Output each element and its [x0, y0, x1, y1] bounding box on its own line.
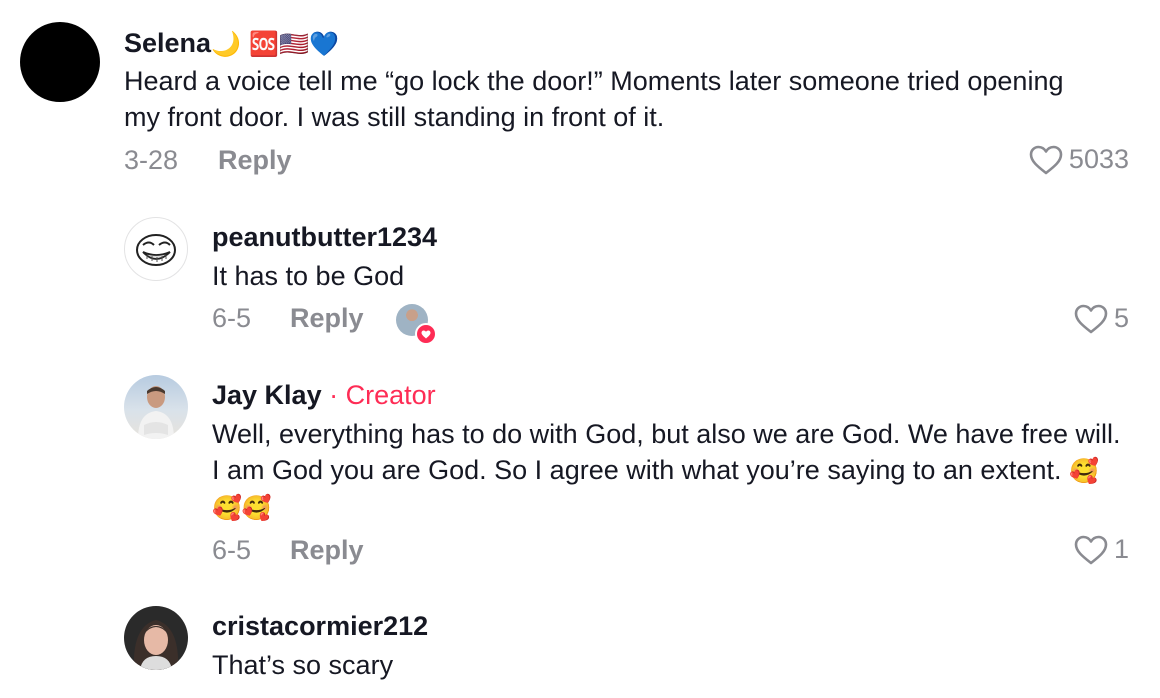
heart-icon: [1029, 145, 1063, 175]
comment-jay-klay: Jay Klay · Creator Well, everything has …: [0, 360, 1160, 590]
person-avatar-image: [138, 386, 174, 439]
avatar[interactable]: [124, 606, 188, 670]
avatar[interactable]: [124, 375, 188, 439]
creator-badge: Creator: [345, 380, 436, 410]
like-button[interactable]: 5033: [1029, 144, 1129, 175]
comment-date: 6-5: [212, 303, 252, 333]
reply-button[interactable]: Reply: [290, 535, 364, 566]
person-avatar-image: [133, 620, 179, 670]
comment-body: Well, everything has to do with God, but…: [212, 419, 1121, 485]
trollface-avatar-image: [136, 234, 176, 266]
comment-text: It has to be God: [212, 261, 405, 291]
like-button[interactable]: 5: [1074, 303, 1129, 334]
reply-button[interactable]: Reply: [218, 145, 292, 176]
creator-liked-indicator: [396, 304, 437, 345]
avatar[interactable]: [20, 22, 100, 102]
comment-username[interactable]: peanutbutter1234: [212, 222, 437, 253]
username-text: Selena: [124, 28, 212, 58]
heart-icon: [1074, 535, 1108, 565]
username-text: Jay Klay: [212, 380, 322, 410]
comment-text: Well, everything has to do with God, but…: [212, 416, 1127, 526]
comment-date: 3-28: [124, 145, 179, 175]
avatar[interactable]: [124, 217, 188, 281]
reply-button[interactable]: Reply: [290, 303, 364, 334]
comment-cristacormier212: cristacormier212 That’s so scary: [0, 590, 1160, 698]
like-count: 5: [1113, 303, 1129, 333]
like-count: 1: [1113, 534, 1129, 564]
like-button[interactable]: 1: [1074, 534, 1129, 565]
comment-date: 6-5: [212, 535, 252, 565]
like-count: 5033: [1068, 144, 1129, 174]
comment-username[interactable]: Selena🌙 🆘🇺🇸💙: [124, 28, 339, 59]
comment-text: Heard a voice tell me “go lock the door!…: [124, 66, 1064, 132]
separator-dot: ·: [329, 380, 339, 410]
comment-username[interactable]: Jay Klay · Creator: [212, 380, 436, 411]
comment-selena: Selena🌙 🆘🇺🇸💙 Heard a voice tell me “go l…: [0, 0, 1160, 200]
comment-username[interactable]: cristacormier212: [212, 611, 428, 642]
comment-peanutbutter1234: peanutbutter1234 It has to be God 6-5 Re…: [0, 200, 1160, 360]
heart-icon: [1074, 304, 1108, 334]
username-badges: 🌙 🆘🇺🇸💙: [211, 30, 339, 58]
comment-text: That’s so scary: [212, 650, 394, 680]
heart-badge-icon: [415, 323, 437, 345]
